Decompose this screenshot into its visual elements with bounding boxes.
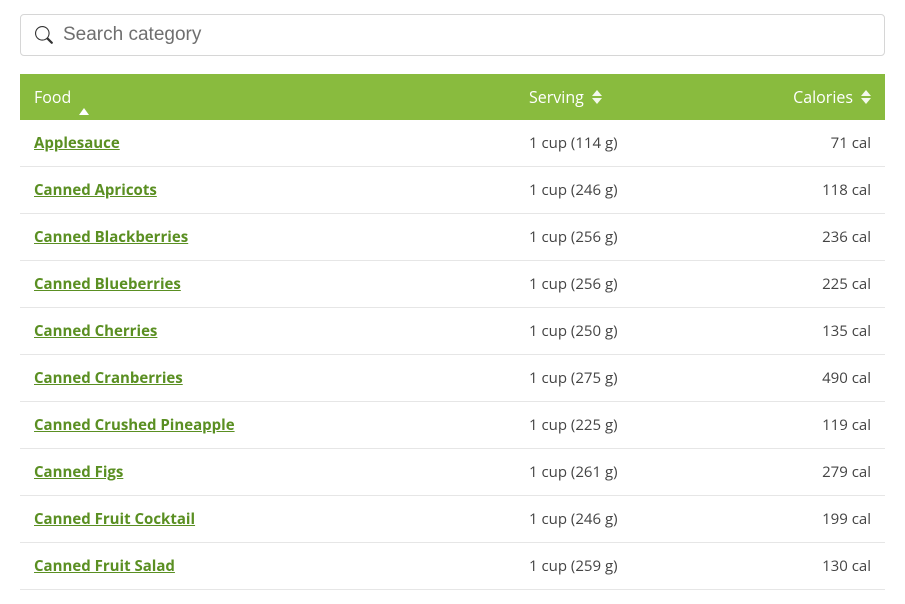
column-label: Food [34, 86, 71, 108]
food-link[interactable]: Canned Fruit Cocktail [34, 509, 195, 529]
table-row: Canned Fruit Salad 1 cup (259 g)130 cal [20, 543, 885, 590]
food-cell: Canned Apricots [20, 167, 515, 214]
food-cell: Canned Cranberries [20, 355, 515, 402]
sort-both-icon [861, 90, 871, 104]
calories-cell: 236 cal [715, 214, 885, 261]
sort-both-icon [592, 90, 602, 104]
serving-cell: 1 cup (246 g) [515, 167, 715, 214]
table-body: Applesauce1 cup (114 g)71 calCanned Apri… [20, 120, 885, 590]
food-link[interactable]: Canned Apricots [34, 180, 157, 200]
column-label: Calories [793, 86, 853, 108]
serving-cell: 1 cup (259 g) [515, 543, 715, 590]
calories-cell: 199 cal [715, 496, 885, 543]
calories-cell: 71 cal [715, 120, 885, 167]
calories-cell: 119 cal [715, 402, 885, 449]
serving-cell: 1 cup (261 g) [515, 449, 715, 496]
table-row: Canned Blackberries 1 cup (256 g)236 cal [20, 214, 885, 261]
calories-cell: 279 cal [715, 449, 885, 496]
table-row: Canned Fruit Cocktail 1 cup (246 g)199 ca… [20, 496, 885, 543]
search-container [20, 14, 885, 56]
calories-cell: 490 cal [715, 355, 885, 402]
food-cell: Applesauce [20, 120, 515, 167]
column-header-serving[interactable]: Serving [515, 74, 715, 120]
table-header-row: Food Serving Calories [20, 74, 885, 120]
serving-cell: 1 cup (250 g) [515, 308, 715, 355]
search-input[interactable] [63, 24, 870, 46]
calories-cell: 118 cal [715, 167, 885, 214]
calories-cell: 130 cal [715, 543, 885, 590]
food-link[interactable]: Canned Cranberries [34, 368, 183, 388]
serving-cell: 1 cup (256 g) [515, 261, 715, 308]
food-cell: Canned Cherries [20, 308, 515, 355]
table-row: Canned Crushed Pineapple 1 cup (225 g)119… [20, 402, 885, 449]
food-cell: Canned Blackberries [20, 214, 515, 261]
calories-cell: 135 cal [715, 308, 885, 355]
calories-cell: 225 cal [715, 261, 885, 308]
food-cell: Canned Blueberries [20, 261, 515, 308]
table-row: Canned Cherries 1 cup (250 g)135 cal [20, 308, 885, 355]
serving-cell: 1 cup (256 g) [515, 214, 715, 261]
search-icon [35, 26, 53, 44]
food-link[interactable]: Canned Figs [34, 462, 123, 482]
table-row: Canned Cranberries 1 cup (275 g)490 cal [20, 355, 885, 402]
food-cell: Canned Figs [20, 449, 515, 496]
serving-cell: 1 cup (114 g) [515, 120, 715, 167]
food-cell: Canned Fruit Cocktail [20, 496, 515, 543]
food-cell: Canned Crushed Pineapple [20, 402, 515, 449]
table-row: Canned Blueberries 1 cup (256 g)225 cal [20, 261, 885, 308]
serving-cell: 1 cup (246 g) [515, 496, 715, 543]
table-row: Applesauce 1 cup (114 g)71 cal [20, 120, 885, 167]
food-link[interactable]: Canned Fruit Salad [34, 556, 175, 576]
column-header-calories[interactable]: Calories [715, 74, 885, 120]
table-row: Canned Apricots 1 cup (246 g)118 cal [20, 167, 885, 214]
serving-cell: 1 cup (225 g) [515, 402, 715, 449]
food-link[interactable]: Canned Blackberries [34, 227, 188, 247]
sort-asc-icon [79, 86, 89, 108]
food-link[interactable]: Canned Blueberries [34, 274, 181, 294]
food-cell: Canned Fruit Salad [20, 543, 515, 590]
table-row: Canned Figs 1 cup (261 g)279 cal [20, 449, 885, 496]
food-link[interactable]: Canned Cherries [34, 321, 157, 341]
food-calories-table: Food Serving Calories [20, 74, 885, 590]
column-label: Serving [529, 86, 584, 108]
column-header-food[interactable]: Food [20, 74, 515, 120]
food-link[interactable]: Applesauce [34, 133, 120, 153]
food-link[interactable]: Canned Crushed Pineapple [34, 415, 235, 435]
serving-cell: 1 cup (275 g) [515, 355, 715, 402]
